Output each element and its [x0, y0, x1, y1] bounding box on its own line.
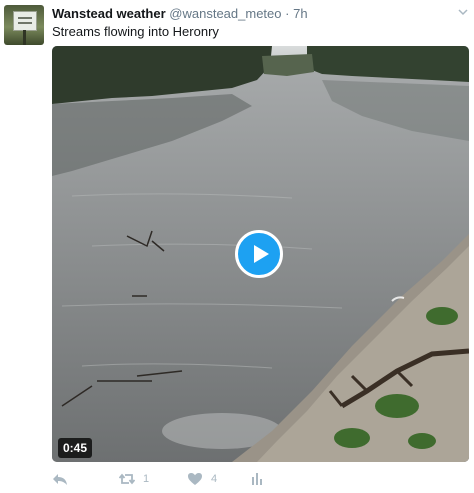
- retweet-count: 1: [143, 473, 150, 485]
- heart-icon: [188, 473, 202, 485]
- play-button[interactable]: [235, 230, 283, 278]
- like-button[interactable]: 4: [187, 470, 217, 488]
- retweet-icon: [119, 473, 135, 485]
- video-player[interactable]: 0:45: [52, 46, 469, 462]
- tweet-actions: 1 4: [52, 470, 472, 488]
- chevron-down-icon[interactable]: [458, 7, 468, 17]
- tweet: Wanstead weather @wanstead_meteo · 7h St…: [0, 0, 474, 493]
- user-handle[interactable]: @wanstead_meteo: [169, 6, 281, 21]
- tweet-text: Streams flowing into Heronry: [52, 24, 219, 39]
- tweet-header: Wanstead weather @wanstead_meteo · 7h: [52, 5, 308, 23]
- retweet-button[interactable]: 1: [119, 470, 149, 488]
- reply-button[interactable]: [52, 470, 68, 488]
- display-name[interactable]: Wanstead weather: [52, 6, 166, 21]
- video-duration: 0:45: [58, 438, 93, 458]
- like-count: 4: [211, 473, 218, 485]
- play-icon: [254, 245, 269, 263]
- analytics-button[interactable]: [249, 470, 265, 488]
- avatar[interactable]: [4, 5, 44, 45]
- analytics-icon: [252, 473, 262, 485]
- weather-station-icon: [13, 11, 37, 31]
- timestamp[interactable]: 7h: [293, 6, 307, 21]
- reply-icon: [53, 474, 67, 485]
- separator: ·: [285, 6, 290, 21]
